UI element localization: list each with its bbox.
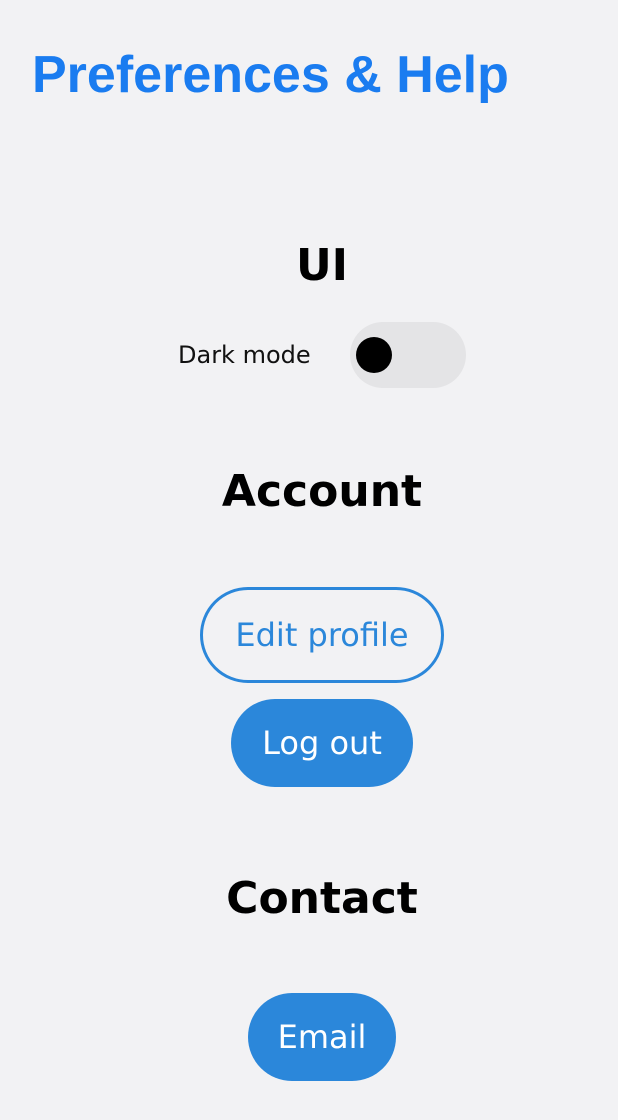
account-section-heading: Account (221, 466, 423, 517)
dark-mode-toggle[interactable] (350, 322, 466, 388)
edit-profile-button[interactable]: Edit profile (200, 587, 444, 683)
email-button[interactable]: Email (248, 993, 396, 1081)
contact-section-heading: Contact (226, 873, 418, 924)
log-out-button[interactable]: Log out (231, 699, 413, 787)
ui-section-heading: UI (295, 240, 349, 291)
toggle-knob (356, 337, 392, 373)
dark-mode-label: Dark mode (178, 341, 311, 369)
page-title: Preferences & Help (32, 46, 509, 104)
dark-mode-row: Dark mode (0, 322, 618, 388)
